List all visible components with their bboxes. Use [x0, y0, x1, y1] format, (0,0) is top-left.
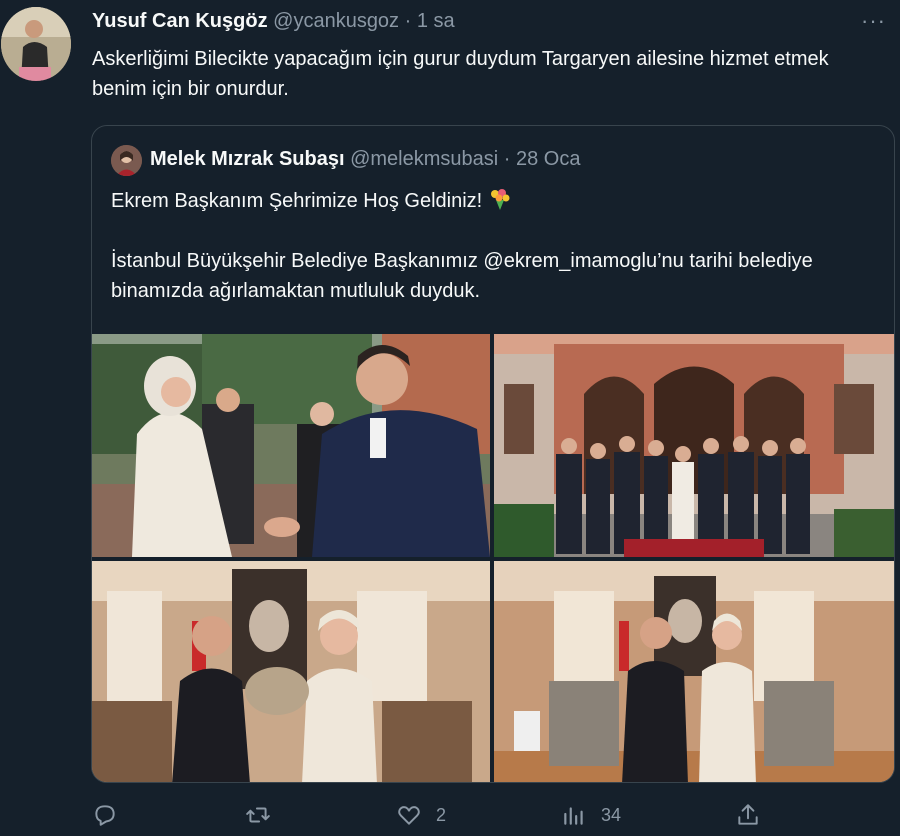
like-button[interactable]: 2: [396, 802, 446, 828]
quoted-author-avatar[interactable]: [111, 145, 142, 176]
like-icon: [398, 806, 420, 825]
photo-gift-indoor[interactable]: [92, 561, 490, 782]
views-count: 34: [601, 804, 622, 825]
quoted-tweet-line2: İstanbul Büyükşehir Belediye Başkanımız …: [111, 250, 813, 302]
quoted-author-handle-time[interactable]: @melekmsubasi · 28 Oca: [350, 148, 580, 170]
more-icon[interactable]: ···: [861, 8, 886, 34]
views-button[interactable]: 34: [561, 802, 621, 828]
photo-office[interactable]: [494, 561, 894, 782]
action-bar: 2 34: [0, 790, 900, 836]
author-name[interactable]: Yusuf Can Kuşgöz: [92, 10, 268, 32]
author-handle-time[interactable]: @ycankusgoz · 1 sa: [273, 10, 455, 32]
share-icon: [738, 804, 758, 825]
author-avatar[interactable]: [1, 7, 71, 81]
photo-handshake[interactable]: [92, 334, 490, 557]
bouquet-emoji-icon: [488, 188, 512, 210]
photo-grid: [92, 334, 894, 782]
views-icon: [564, 807, 583, 825]
quoted-tweet-text: Ekrem Başkanım Şehrimize Hoş Geldiniz! İ…: [111, 186, 881, 306]
tweet-text: Askerliğimi Bilecikte yapacağım için gur…: [92, 48, 829, 100]
retweet-icon: [246, 807, 270, 823]
retweet-button[interactable]: [245, 802, 285, 828]
reply-icon: [95, 805, 115, 826]
share-button[interactable]: [735, 802, 761, 828]
photo-group[interactable]: [494, 334, 894, 557]
quoted-author-name[interactable]: Melek Mızrak Subaşı: [150, 148, 345, 170]
like-count: 2: [436, 804, 447, 825]
quoted-tweet-header: Melek Mızrak Subaşı @melekmsubasi · 28 O…: [150, 148, 580, 171]
tweet-header: Yusuf Can Kuşgöz @ycankusgoz · 1 sa: [92, 10, 455, 33]
quoted-tweet[interactable]: Melek Mızrak Subaşı @melekmsubasi · 28 O…: [91, 125, 895, 783]
reply-button[interactable]: [92, 802, 132, 828]
quoted-tweet-line1: Ekrem Başkanım Şehrimize Hoş Geldiniz!: [111, 190, 483, 212]
